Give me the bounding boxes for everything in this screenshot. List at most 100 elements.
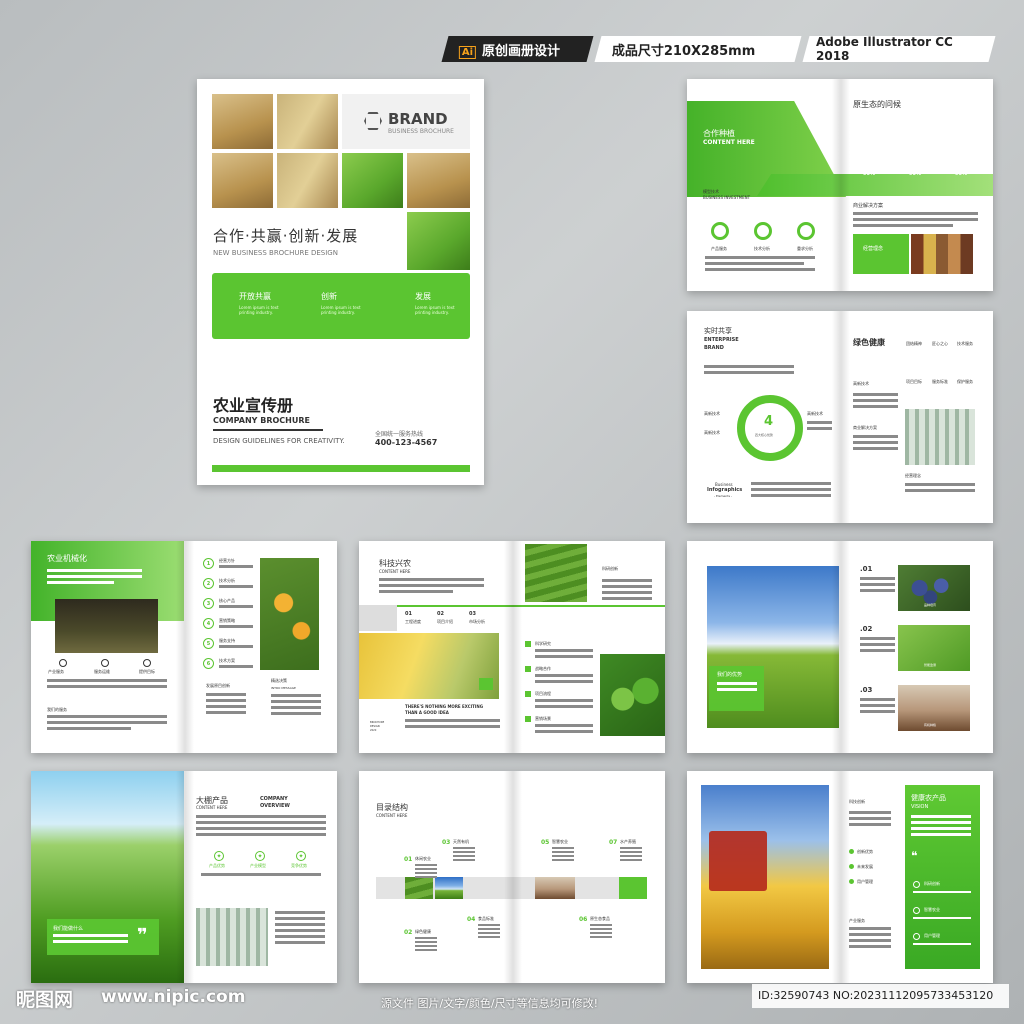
spread4-fold	[504, 541, 522, 753]
item-2-num: .02	[860, 625, 873, 633]
spread8-fold	[832, 771, 850, 983]
spread1-banner-label: 经营理念	[863, 246, 884, 252]
ring-3-label: 重求分析	[797, 246, 813, 251]
item-2-caption: 智能监测	[924, 663, 937, 667]
list-item-label: 技术分析	[219, 578, 235, 583]
spread2-right-label-3: 经营理念	[905, 473, 921, 478]
spread-6: 我们能做什么 ❞ 大棚产品 CONTENT HERE COMPANY OVERV…	[31, 771, 337, 983]
chapter-number: 07	[609, 839, 618, 846]
spread4-sub: CONTENT HERE	[379, 569, 411, 574]
spread2-right-label-1: 高新技术	[853, 381, 869, 386]
spread3-right-text	[206, 693, 246, 717]
list-item-text	[535, 649, 593, 661]
ring-3-icon	[797, 222, 815, 240]
icon-label-1: 产业服务	[48, 669, 64, 674]
spread1-left-title: 合作种植	[703, 129, 735, 138]
spread2-foot-2: Infographics	[707, 487, 743, 493]
list-bullet-icon	[849, 864, 854, 869]
software-label: Adobe Illustrator CC 2018	[816, 35, 953, 63]
spread1-green-stripe	[757, 174, 993, 196]
cover-photo-6	[407, 153, 470, 208]
spread2-sub2: BRAND	[704, 345, 724, 351]
cover-tagline: DESIGN GUIDELINES FOR CREATIVITY.	[213, 437, 345, 445]
chapter-text	[590, 924, 612, 940]
cover-photo-5	[342, 153, 403, 208]
spread3-right-label: 发展原目创新	[206, 683, 230, 688]
list-item-label: 战略合作	[535, 666, 551, 671]
vision-quote-icon: ❝	[911, 849, 918, 863]
item-1-num: .01	[860, 565, 873, 573]
mini-design: DESIGN	[370, 725, 380, 728]
spread1-beans-photo	[911, 234, 973, 274]
vision-item-icon	[913, 907, 920, 914]
size-badge: 成品尺寸210X285mm	[594, 36, 802, 62]
item-1-caption: 品种培育	[924, 603, 937, 607]
spread-2: 实时共享 ENTERPRISE BRAND 4 四大核心优势 高新技术 高新技术…	[687, 311, 993, 523]
spread4-right-intro	[602, 579, 652, 603]
spread6-fold	[176, 771, 194, 983]
cover-title: 农业宣传册	[213, 396, 294, 415]
cover-divider	[213, 429, 323, 431]
icon-label-1: 团结精神	[906, 341, 922, 346]
list-number-icon: 2	[203, 578, 214, 589]
quote-text: 我们能做什么	[53, 926, 84, 932]
list-item-label: 技术方案	[219, 658, 235, 663]
vision-item-icon	[913, 881, 920, 888]
cover-title-en: COMPANY BROCHURE	[213, 416, 310, 425]
chapter-number: 01	[404, 856, 413, 863]
spread2-foot-text	[751, 482, 831, 500]
spread8-left-intro	[849, 811, 891, 829]
spread1-right-label: 商业解决方案	[853, 203, 884, 209]
cover-photo-1	[212, 94, 273, 149]
list-number-icon: 3	[203, 598, 214, 609]
feature-2-title: 创新	[321, 292, 337, 301]
spread-7: 目录结构 CONTENT HERE 01 休闲农业 02 绿色健康 03 天然有机 04 食品…	[359, 771, 665, 983]
list-item-text	[535, 699, 593, 711]
cover-bottom-bar	[212, 465, 470, 472]
ai-logo-icon: Ai	[459, 45, 477, 59]
timeline-photo-1	[405, 877, 433, 899]
spread4-right-title: 科研创新	[602, 566, 618, 571]
spread4-intro-text	[379, 578, 484, 596]
trophy-icon: ♛	[862, 131, 872, 141]
spread2-sub1: ENTERPRISE	[704, 337, 739, 343]
chapter-text	[478, 924, 500, 940]
spread-3: 农业机械化 产业服务 服务运维 提供目标 我们的服务 发展原目创新 精选决策 I…	[31, 541, 337, 753]
center-label: 四大核心优势	[755, 433, 774, 437]
mini-brochure: BROCHURE	[370, 721, 385, 724]
vision-item-text	[913, 917, 971, 922]
list-item-label: 未来发展	[857, 864, 873, 869]
chapter-text	[453, 847, 475, 863]
chapter-text	[620, 847, 642, 863]
feature-1-desc: Lorem ipsum is text printing industry.	[239, 305, 279, 315]
tab-num-1: 01	[405, 611, 412, 617]
list-number-icon: 5	[203, 638, 214, 649]
brand-subtitle: BUSINESS BROCHURE	[388, 128, 454, 135]
list-number-icon: 6	[203, 658, 214, 669]
spread2-intro-text	[704, 365, 794, 377]
original-design-label: 原创画册设计	[482, 43, 561, 59]
spread1-banner-box	[853, 234, 909, 274]
list-item-text	[219, 625, 253, 631]
spread-8: 科技创新 产业服务 健康农产品 VISION ❝ 创新优势 未来发展 用户管理 科研创…	[687, 771, 993, 983]
chapter-title: 天然有机	[453, 839, 469, 844]
spread8-label-2: 产业服务	[849, 918, 865, 923]
site-url[interactable]: www.nipic.com	[101, 987, 245, 1007]
stat-2: 90%	[909, 171, 921, 177]
service-icon	[59, 659, 67, 667]
software-badge: Adobe Illustrator CC 2018	[802, 35, 996, 63]
stat-3: 90%	[955, 171, 967, 177]
spread3-header-text	[47, 569, 142, 587]
spread7-sub: CONTENT HERE	[376, 813, 408, 818]
cover-photo-2	[277, 94, 338, 149]
item-3-text	[860, 698, 895, 716]
advantage-banner-text	[717, 682, 757, 694]
chapter-number: 04	[467, 916, 476, 923]
spread2-right-label-2: 商业解决方案	[853, 425, 877, 430]
icon-label-6: 保护服务	[957, 379, 973, 384]
spread2-fold	[832, 311, 850, 523]
brand-name: BRAND	[388, 110, 448, 128]
image-id: ID:32590743 NO:20231112095733453120	[758, 989, 994, 1002]
chapter-number: 03	[442, 839, 451, 846]
spread-1: 合作种植 CONTENT HERE 模型技术 BUSINESS INVESTME…	[687, 79, 993, 291]
